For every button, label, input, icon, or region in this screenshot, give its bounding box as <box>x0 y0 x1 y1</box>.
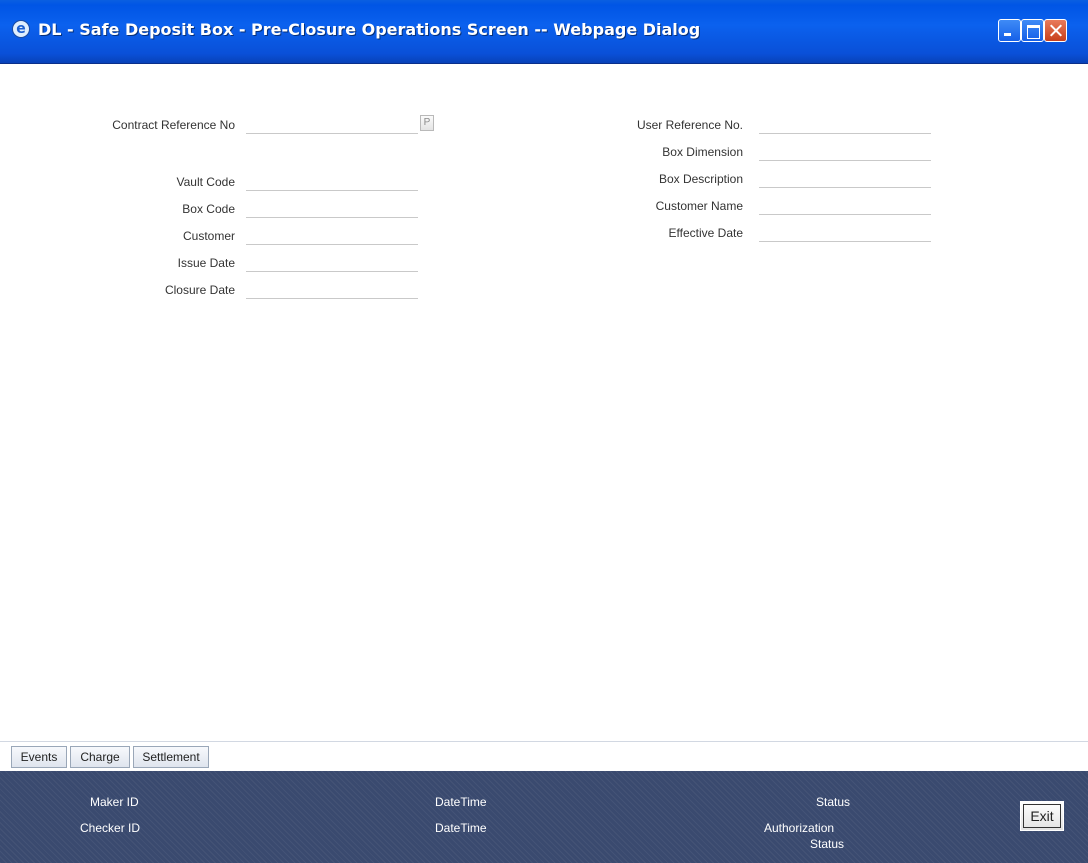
contract-ref-row: Contract Reference No <box>40 114 235 138</box>
box-code-row: Box Code <box>40 198 235 222</box>
checker-datetime-label: DateTime <box>435 821 487 835</box>
user-ref-input[interactable] <box>759 114 931 134</box>
box-code-label: Box Code <box>182 202 235 216</box>
issue-date-row: Issue Date <box>40 252 235 276</box>
minimize-button[interactable] <box>998 19 1021 42</box>
authorization-status-label-line1: Authorization <box>764 821 835 835</box>
tab-strip: Events Charge Settlement <box>0 741 1088 771</box>
vault-code-row: Vault Code <box>40 171 235 195</box>
authorization-status-label-line2: Status <box>810 837 845 851</box>
effective-date-label: Effective Date <box>668 226 743 240</box>
issue-date-label: Issue Date <box>177 256 235 270</box>
closure-date-input[interactable] <box>246 279 418 299</box>
contract-ref-input[interactable] <box>246 114 418 134</box>
box-description-row: Box Description <box>560 168 743 192</box>
user-ref-label: User Reference No. <box>636 118 743 132</box>
vault-code-input[interactable] <box>246 171 418 191</box>
box-dimension-input[interactable] <box>759 141 931 161</box>
user-ref-row: User Reference No. <box>560 114 743 138</box>
box-dimension-label: Box Dimension <box>662 145 743 159</box>
close-button[interactable] <box>1044 19 1067 42</box>
tab-events[interactable]: Events <box>11 746 67 768</box>
box-description-input[interactable] <box>759 168 931 188</box>
vault-code-label: Vault Code <box>176 175 235 189</box>
closure-date-label: Closure Date <box>164 283 235 297</box>
audit-footer: Maker ID Checker ID DateTime DateTime St… <box>0 771 1088 863</box>
maker-datetime-label: DateTime <box>435 795 487 809</box>
issue-date-input[interactable] <box>246 252 418 272</box>
ie-icon: e <box>12 20 30 38</box>
contract-ref-lov-button[interactable]: P <box>420 115 434 131</box>
customer-name-input[interactable] <box>759 195 931 215</box>
window-titlebar[interactable]: e DL - Safe Deposit Box - Pre-Closure Op… <box>0 0 1088 64</box>
box-code-input[interactable] <box>246 198 418 218</box>
tab-settlement[interactable]: Settlement <box>133 746 209 768</box>
contract-ref-label: Contract Reference No <box>112 118 235 132</box>
box-dimension-row: Box Dimension <box>560 141 743 165</box>
customer-name-label: Customer Name <box>655 199 743 213</box>
customer-input[interactable] <box>246 225 418 245</box>
record-status-label: Status <box>816 795 851 809</box>
effective-date-row: Effective Date <box>560 222 743 246</box>
checker-id-label: Checker ID <box>80 821 141 835</box>
box-description-label: Box Description <box>658 172 743 186</box>
customer-name-row: Customer Name <box>560 195 743 219</box>
customer-row: Customer <box>40 225 235 249</box>
maximize-button[interactable] <box>1021 19 1044 42</box>
customer-label: Customer <box>182 229 235 243</box>
maker-id-label: Maker ID <box>90 795 139 809</box>
exit-button[interactable]: Exit <box>1020 801 1064 831</box>
form-area: Contract Reference No P Vault Code Box C… <box>0 65 1088 741</box>
window-title: DL - Safe Deposit Box - Pre-Closure Oper… <box>38 20 701 39</box>
effective-date-input[interactable] <box>759 222 931 242</box>
tab-charge[interactable]: Charge <box>70 746 130 768</box>
closure-date-row: Closure Date <box>40 279 235 303</box>
